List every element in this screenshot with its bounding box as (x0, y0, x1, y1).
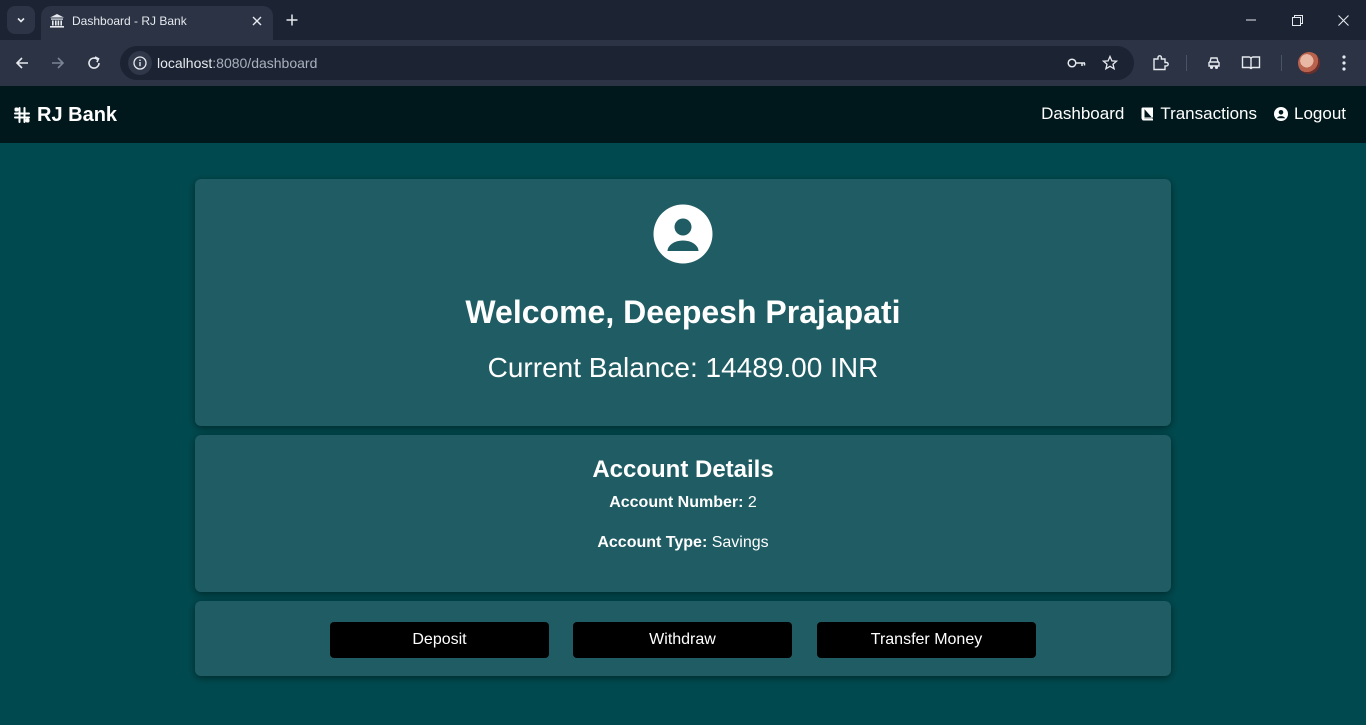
browser-tab-active[interactable]: Dashboard - RJ Bank (41, 6, 273, 40)
nav-transactions-label: Transactions (1160, 104, 1257, 123)
info-icon (133, 56, 147, 70)
forward-button[interactable] (46, 51, 70, 75)
browser-toolbar: localhost:8080/dashboard (0, 40, 1366, 86)
arrow-left-icon (15, 57, 28, 69)
site-info-button[interactable] (128, 51, 152, 75)
url-text: localhost:8080/dashboard (157, 55, 317, 71)
tab-search-button[interactable] (7, 6, 35, 34)
account-details-title: Account Details (592, 456, 774, 483)
nav-dashboard-label: Dashboard (1041, 104, 1125, 123)
balance-currency: INR (830, 352, 879, 383)
brand-link[interactable]: RJ Bank (13, 103, 117, 127)
balance-value: 14489.00 (705, 352, 823, 383)
account-type-row: Account Type: Savings (195, 534, 1171, 552)
browser-tab-strip: Dashboard - RJ Bank (0, 0, 1366, 40)
nav-links: Dashboard Transactions Logout (1024, 104, 1346, 124)
balance-label: Current Balance: (487, 352, 698, 383)
welcome-heading: Welcome, Deepesh Prajapati (465, 294, 901, 330)
reload-button[interactable] (82, 51, 106, 75)
account-details-card: Account Details Account Number: 2 Accoun… (195, 435, 1171, 592)
restore-icon (1291, 14, 1303, 26)
url-host: localhost (157, 55, 213, 71)
toolbar-separator (1186, 55, 1187, 71)
nav-logout-label: Logout (1294, 104, 1346, 123)
window-close-button[interactable] (1320, 0, 1366, 40)
account-number-value: 2 (747, 494, 757, 511)
bank-icon (50, 14, 64, 28)
kebab-menu-icon (1342, 55, 1346, 71)
account-type-label: Account Type: (597, 534, 708, 551)
puzzle-icon (1153, 55, 1169, 71)
tab-title: Dashboard - RJ Bank (72, 14, 187, 28)
url-path: :8080/dashboard (212, 55, 318, 71)
nav-transactions-link[interactable]: Transactions (1141, 104, 1257, 124)
browser-menu-button[interactable] (1332, 51, 1356, 75)
profile-avatar-icon (653, 204, 713, 264)
account-number-label: Account Number: (609, 494, 744, 511)
password-key-button[interactable] (1065, 51, 1089, 75)
account-type-value: Savings (711, 534, 769, 551)
reload-icon (88, 56, 100, 69)
close-icon (1337, 14, 1349, 26)
deposit-button[interactable]: Deposit (330, 622, 549, 658)
welcome-card: Welcome, Deepesh Prajapati Current Balan… (195, 179, 1171, 426)
arrow-right-icon (52, 57, 65, 69)
minimize-button[interactable] (1228, 0, 1274, 40)
withdraw-button[interactable]: Withdraw (573, 622, 792, 658)
plus-icon (286, 14, 298, 26)
transfer-money-button[interactable]: Transfer Money (817, 622, 1036, 658)
account-number-row: Account Number: 2 (195, 494, 1171, 512)
actions-card: Deposit Withdraw Transfer Money (195, 601, 1171, 676)
new-tab-button[interactable] (282, 10, 302, 30)
app-navbar: RJ Bank Dashboard Transactions Logout (0, 86, 1366, 143)
brand-name: RJ Bank (37, 103, 118, 126)
chevron-down-icon (17, 17, 25, 23)
open-book-icon (1241, 56, 1261, 70)
performance-button[interactable] (1202, 51, 1226, 75)
book-icon (1141, 107, 1154, 121)
speedometer-icon (1208, 57, 1220, 69)
address-bar[interactable]: localhost:8080/dashboard (120, 46, 1134, 80)
close-icon (252, 16, 262, 26)
user-circle-icon (1274, 107, 1288, 121)
key-icon (1067, 58, 1086, 68)
tab-close-button[interactable] (247, 11, 267, 31)
minimize-icon (1246, 19, 1256, 21)
current-balance: Current Balance: 14489.00 INR (195, 352, 1171, 384)
nav-dashboard-link[interactable]: Dashboard (1041, 104, 1124, 124)
profile-avatar[interactable] (1298, 52, 1320, 74)
extensions-button[interactable] (1148, 51, 1172, 75)
reading-mode-button[interactable] (1239, 51, 1263, 75)
nav-logout-link[interactable]: Logout (1274, 104, 1346, 124)
toolbar-separator (1281, 55, 1282, 71)
back-button[interactable] (10, 51, 34, 75)
brand-icon (14, 107, 30, 123)
bookmark-star-button[interactable] (1098, 51, 1122, 75)
restore-button[interactable] (1274, 0, 1320, 40)
star-icon (1102, 55, 1118, 71)
